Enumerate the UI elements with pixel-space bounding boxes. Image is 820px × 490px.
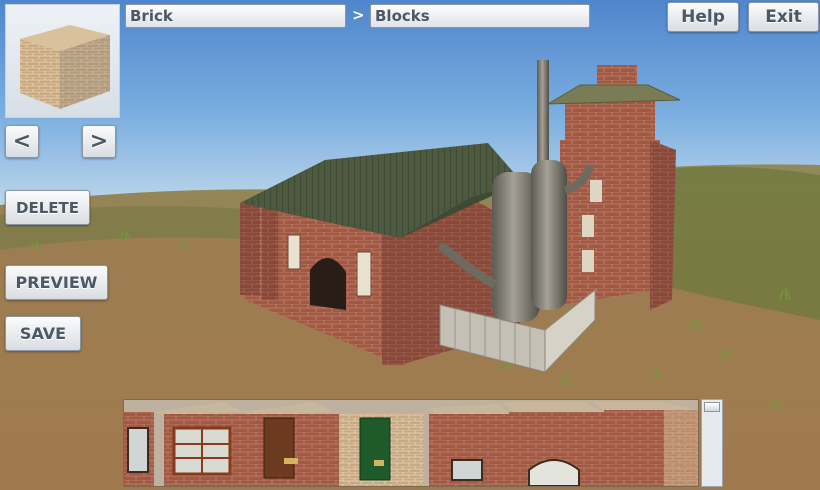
delete-button[interactable]: DELETE [5, 190, 90, 225]
breadcrumb-separator: > [352, 6, 365, 24]
category-label: Brick [130, 7, 173, 25]
palette-scrollbar-thumb[interactable] [704, 402, 720, 412]
double-window-wall-block[interactable] [154, 402, 244, 486]
arched-window-wall-block[interactable] [502, 402, 604, 486]
window-wall-block[interactable] [124, 412, 154, 486]
green-door-block[interactable] [339, 414, 424, 486]
wooden-door-block[interactable] [244, 402, 339, 486]
help-button[interactable]: Help [667, 2, 739, 32]
plain-wall-block[interactable] [594, 402, 698, 486]
brick-cube-icon [20, 25, 110, 109]
subcategory-field[interactable]: Blocks [370, 4, 590, 28]
category-field[interactable]: Brick [125, 4, 346, 28]
palette-scrollbar[interactable] [701, 399, 723, 487]
previous-block-button[interactable]: < [5, 125, 39, 158]
save-button[interactable]: SAVE [5, 316, 81, 351]
next-block-button[interactable]: > [82, 125, 116, 158]
small-window-wall-block[interactable] [429, 404, 509, 486]
exit-button[interactable]: Exit [748, 2, 819, 32]
selected-block-preview [5, 4, 120, 118]
preview-button[interactable]: PREVIEW [5, 265, 108, 300]
block-palette[interactable] [123, 399, 699, 487]
subcategory-label: Blocks [375, 7, 430, 25]
